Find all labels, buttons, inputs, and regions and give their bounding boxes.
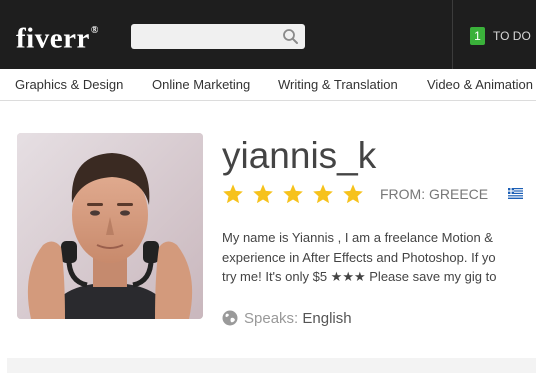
profile-avatar: [17, 133, 203, 319]
star-icon: [283, 184, 303, 204]
category-nav: Graphics & Design Online Marketing Writi…: [0, 69, 536, 101]
globe-icon: [222, 310, 238, 326]
bio-line: experience in After Effects and Photosho…: [222, 249, 496, 265]
category-video-animation[interactable]: Video & Animation: [427, 77, 533, 93]
star-icon: [343, 184, 363, 204]
profile-country: FROM: GREECE: [380, 186, 489, 202]
star-icon: [313, 184, 333, 204]
bio-line: My name is Yiannis , I am a freelance Mo…: [222, 230, 493, 245]
category-writing-translation[interactable]: Writing & Translation: [278, 77, 398, 93]
todo-link[interactable]: TO DO: [493, 28, 531, 44]
category-online-marketing[interactable]: Online Marketing: [152, 77, 250, 93]
greece-flag-icon: [508, 188, 523, 199]
bio-line: try me! It's only $5 ★★★ Please save my …: [222, 269, 497, 284]
profile-username: yiannis_k: [222, 135, 377, 176]
fiverr-logo[interactable]: fiverr®: [16, 18, 99, 56]
profile-bio: My name is Yiannis , I am a freelance Mo…: [222, 228, 536, 287]
category-graphics-design[interactable]: Graphics & Design: [15, 77, 123, 93]
header-divider: [452, 0, 453, 69]
star-icon: [223, 184, 243, 204]
speaks-value: English: [302, 310, 352, 327]
profile-languages: Speaks: English: [222, 309, 352, 329]
section-divider: [7, 358, 536, 373]
star-icon: [253, 184, 273, 204]
search-icon[interactable]: [282, 28, 299, 45]
search-input[interactable]: [131, 24, 305, 49]
speaks-label: Speaks:: [244, 310, 299, 327]
todo-count-badge[interactable]: 1: [470, 27, 485, 45]
top-navbar: fiverr® 1 TO DO: [0, 0, 536, 69]
